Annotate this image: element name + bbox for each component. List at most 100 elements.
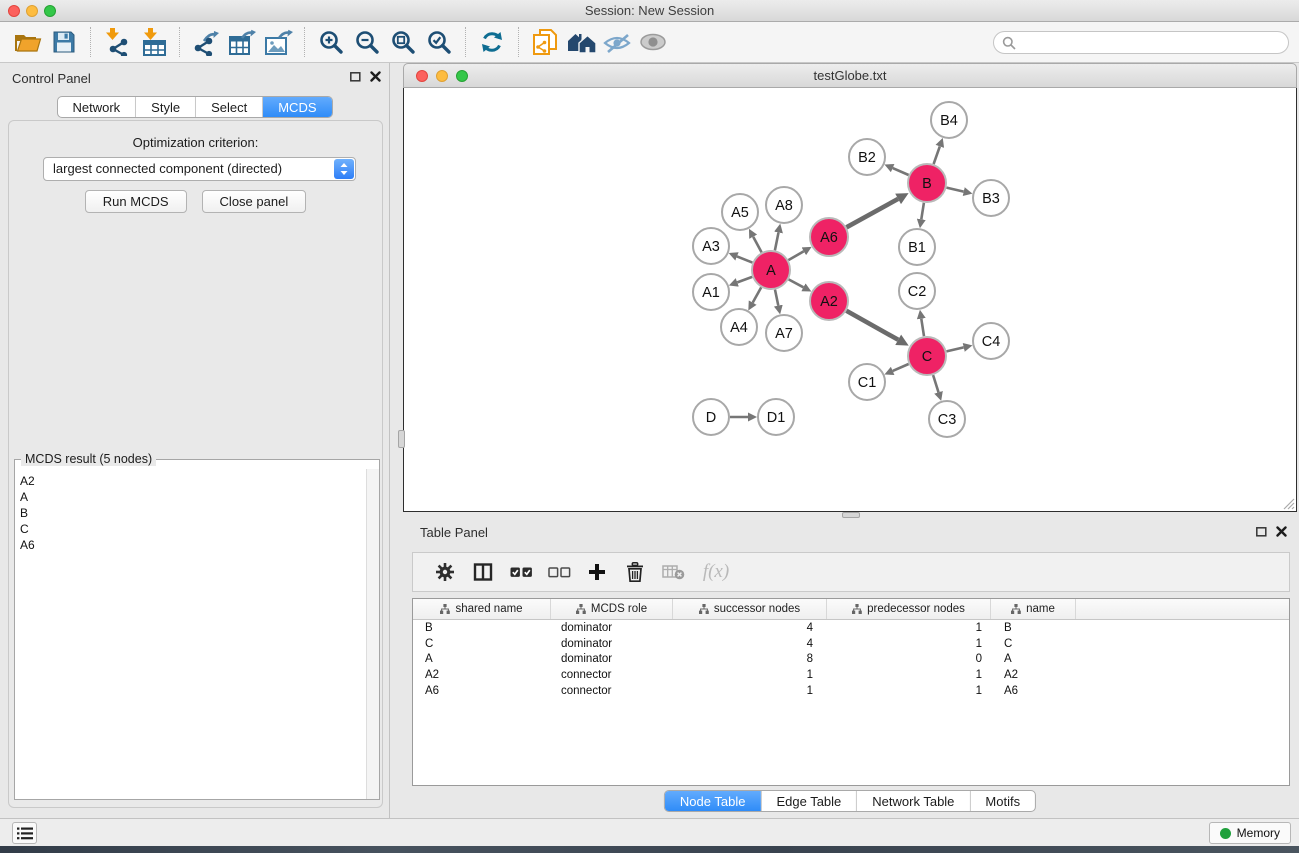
- import-table-button[interactable]: [135, 25, 171, 59]
- export-table-button[interactable]: [224, 25, 260, 59]
- column-header-shared-name[interactable]: shared name: [413, 599, 551, 619]
- node-D[interactable]: D: [693, 399, 729, 435]
- import-network-button[interactable]: [99, 25, 135, 59]
- column-settings-button[interactable]: [426, 555, 464, 589]
- tab-mcds[interactable]: MCDS: [262, 97, 331, 117]
- edge-A2-C[interactable]: [846, 311, 898, 340]
- split-panel-button[interactable]: [464, 555, 502, 589]
- mcds-result-item[interactable]: A: [20, 489, 366, 505]
- node-A1[interactable]: A1: [693, 274, 729, 310]
- delete-table-button[interactable]: [654, 555, 692, 589]
- node-A3[interactable]: A3: [693, 228, 729, 264]
- deselect-all-button[interactable]: [540, 555, 578, 589]
- mcds-result-item[interactable]: C: [20, 521, 366, 537]
- mcds-result-item[interactable]: A2: [20, 473, 366, 489]
- node-C2[interactable]: C2: [899, 273, 935, 309]
- column-header-predecessor-nodes[interactable]: predecessor nodes: [827, 599, 991, 619]
- node-C3[interactable]: C3: [929, 401, 965, 437]
- column-header-successor-nodes[interactable]: successor nodes: [673, 599, 827, 619]
- node-C4[interactable]: C4: [973, 323, 1009, 359]
- tab-network[interactable]: Network: [57, 97, 135, 117]
- network-canvas[interactable]: B4B2BB3A8A5A6A3B1AC2A1A2A4A7C4CC1C3DD1: [403, 88, 1297, 512]
- zoom-in-button[interactable]: [313, 25, 349, 59]
- node-B3[interactable]: B3: [973, 180, 1009, 216]
- search-input[interactable]: [1021, 34, 1288, 52]
- node-B1[interactable]: B1: [899, 229, 935, 265]
- column-header-MCDS-role[interactable]: MCDS role: [551, 599, 673, 619]
- tab-node-table[interactable]: Node Table: [665, 791, 761, 811]
- add-column-button[interactable]: [578, 555, 616, 589]
- select-all-button[interactable]: [502, 555, 540, 589]
- node-B[interactable]: B: [908, 164, 946, 202]
- save-session-button[interactable]: [46, 25, 82, 59]
- open-session-button[interactable]: [10, 25, 46, 59]
- edge-C-C3[interactable]: [933, 375, 938, 392]
- edge-C-C4[interactable]: [947, 347, 964, 351]
- delete-column-button[interactable]: [616, 555, 654, 589]
- edge-B-B1[interactable]: [921, 203, 924, 220]
- edge-A-A1[interactable]: [737, 277, 752, 283]
- tab-edge-table[interactable]: Edge Table: [760, 791, 856, 811]
- export-network-button[interactable]: [188, 25, 224, 59]
- zoom-out-button[interactable]: [349, 25, 385, 59]
- hide-selected-button[interactable]: [599, 25, 635, 59]
- edge-A-A2[interactable]: [789, 279, 804, 287]
- memory-button[interactable]: Memory: [1209, 822, 1291, 844]
- table-row[interactable]: Adominator80A: [413, 651, 1289, 667]
- export-image-button[interactable]: [260, 25, 296, 59]
- edge-A-A7[interactable]: [775, 290, 778, 306]
- tab-style[interactable]: Style: [135, 97, 195, 117]
- float-panel-icon[interactable]: [350, 72, 361, 82]
- node-A2[interactable]: A2: [810, 282, 848, 320]
- mcds-result-list[interactable]: A2ABCA6: [15, 469, 366, 799]
- tab-motifs[interactable]: Motifs: [969, 791, 1035, 811]
- show-panels-list-button[interactable]: [12, 822, 37, 844]
- run-mcds-button[interactable]: Run MCDS: [85, 190, 187, 213]
- node-D1[interactable]: D1: [758, 399, 794, 435]
- edge-A-A4[interactable]: [753, 287, 762, 302]
- edge-C-C2[interactable]: [921, 319, 924, 337]
- resize-grip-icon[interactable]: [1282, 497, 1295, 510]
- zoom-selected-button[interactable]: [421, 25, 457, 59]
- network-window-titlebar[interactable]: testGlobe.txt: [403, 63, 1297, 88]
- node-A7[interactable]: A7: [766, 315, 802, 351]
- node-B4[interactable]: B4: [931, 102, 967, 138]
- criterion-dropdown[interactable]: largest connected component (directed): [43, 157, 356, 181]
- panel-divider-handle-vertical[interactable]: [398, 430, 405, 448]
- edge-A6-B[interactable]: [847, 199, 899, 227]
- node-A8[interactable]: A8: [766, 187, 802, 223]
- edge-C-C1[interactable]: [893, 364, 909, 371]
- edge-A-A6[interactable]: [788, 251, 803, 260]
- edge-A-A8[interactable]: [775, 233, 779, 251]
- float-panel-icon[interactable]: [1256, 527, 1267, 537]
- node-A[interactable]: A: [752, 251, 790, 289]
- close-panel-button[interactable]: Close panel: [202, 190, 307, 213]
- table-row[interactable]: A6connector11A6: [413, 683, 1289, 699]
- node-A4[interactable]: A4: [721, 309, 757, 345]
- edge-B-B4[interactable]: [934, 146, 940, 164]
- tab-select[interactable]: Select: [195, 97, 262, 117]
- column-header-name[interactable]: name: [991, 599, 1076, 619]
- home-button[interactable]: [563, 25, 599, 59]
- edge-B-B3[interactable]: [947, 188, 964, 192]
- table-row[interactable]: Cdominator41C: [413, 636, 1289, 652]
- table-row[interactable]: A2connector11A2: [413, 667, 1289, 683]
- edge-B-B2[interactable]: [893, 168, 909, 175]
- table-row[interactable]: Bdominator41B: [413, 620, 1289, 636]
- search-field[interactable]: [993, 31, 1289, 54]
- result-list-scrollbar[interactable]: [366, 469, 379, 799]
- node-C1[interactable]: C1: [849, 364, 885, 400]
- tab-network-table[interactable]: Network Table: [856, 791, 969, 811]
- function-builder-button[interactable]: f(x): [692, 555, 740, 589]
- edge-A-A3[interactable]: [737, 256, 752, 262]
- zoom-fit-content-button[interactable]: [385, 25, 421, 59]
- mcds-result-item[interactable]: A6: [20, 537, 366, 553]
- duplicate-network-button[interactable]: [527, 25, 563, 59]
- show-all-button[interactable]: [635, 25, 671, 59]
- node-B2[interactable]: B2: [849, 139, 885, 175]
- mcds-result-item[interactable]: B: [20, 505, 366, 521]
- close-panel-icon[interactable]: [1276, 526, 1287, 537]
- close-panel-icon[interactable]: [370, 71, 381, 82]
- node-A6[interactable]: A6: [810, 218, 848, 256]
- node-C[interactable]: C: [908, 337, 946, 375]
